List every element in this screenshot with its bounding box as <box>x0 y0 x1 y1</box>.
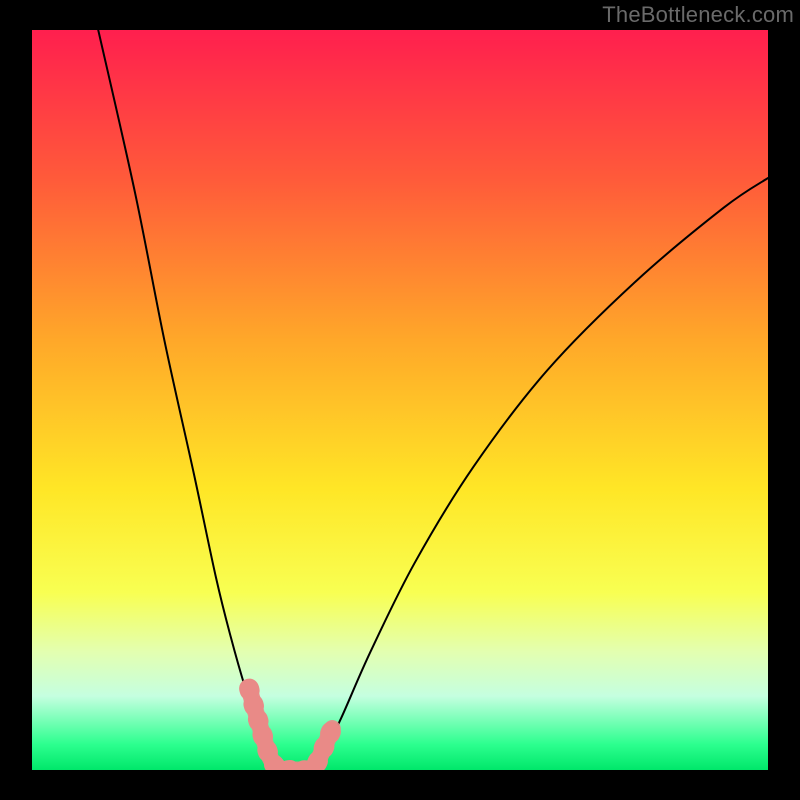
chart-frame: TheBottleneck.com <box>0 0 800 800</box>
bottleneck-chart <box>0 0 800 800</box>
plot-background <box>32 30 768 770</box>
watermark-text: TheBottleneck.com <box>602 2 794 28</box>
